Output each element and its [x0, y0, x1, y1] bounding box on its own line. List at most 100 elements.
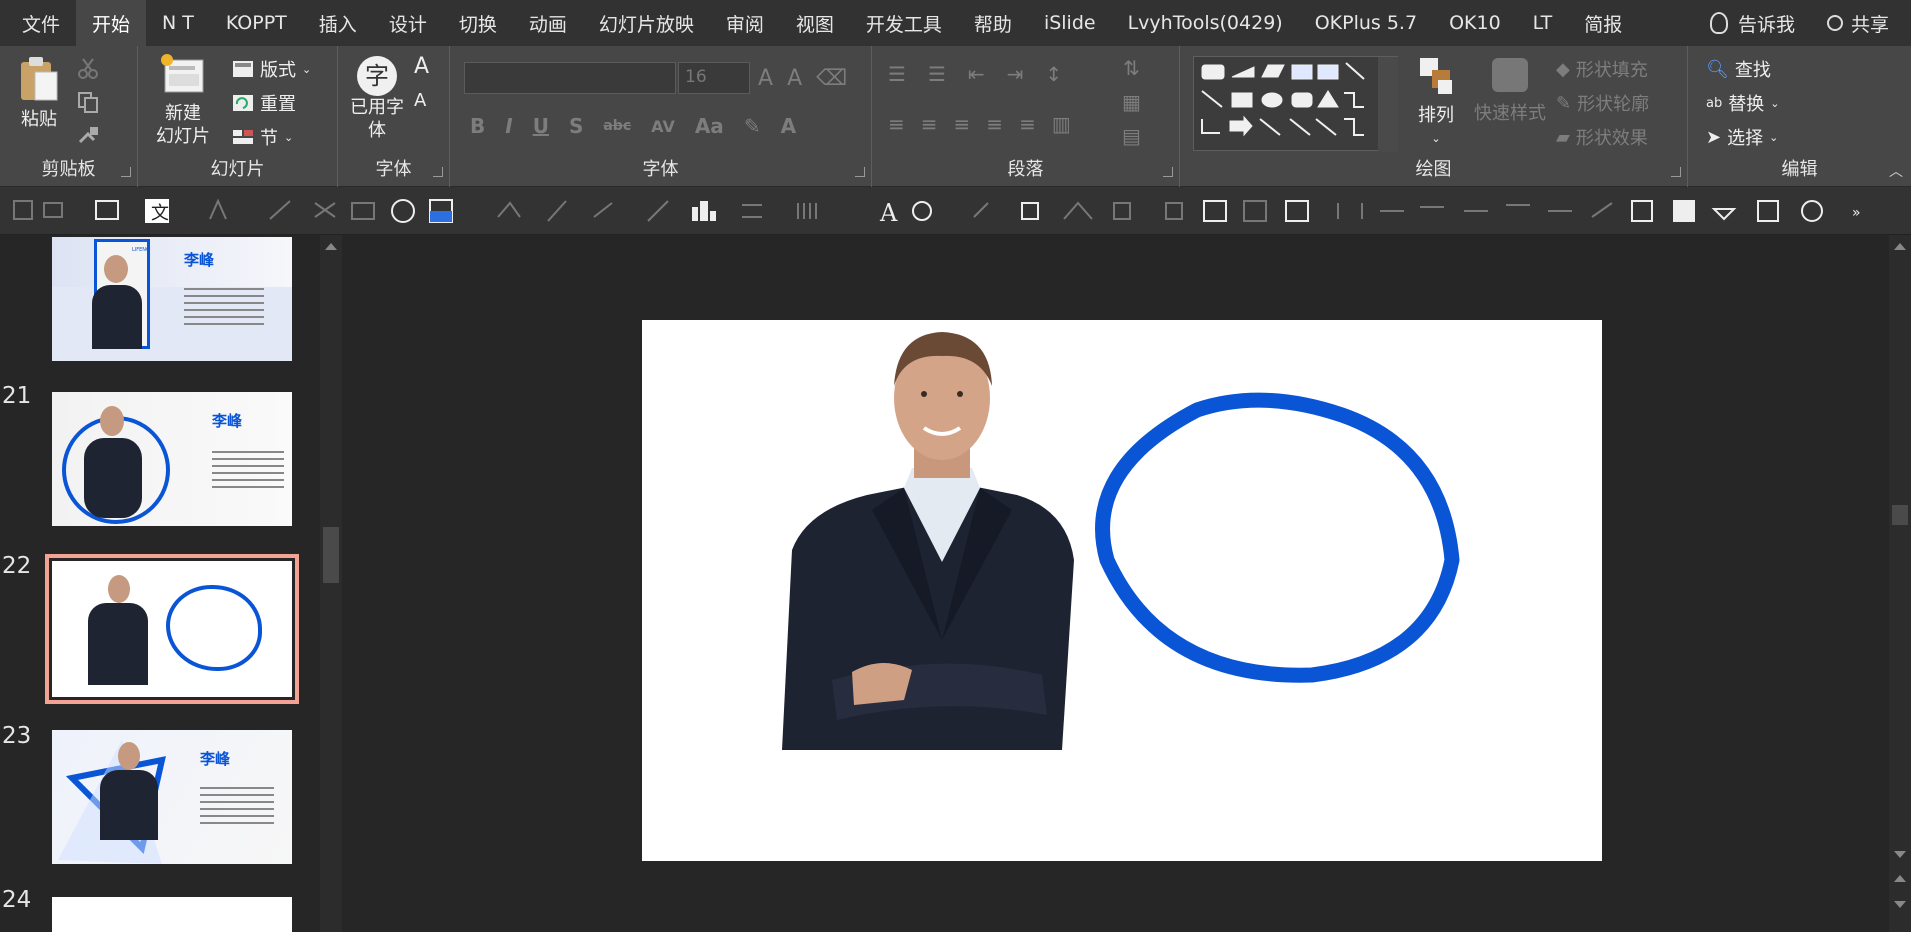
scrollbar-thumb[interactable] — [323, 527, 339, 583]
columns-icon[interactable]: ▥ — [1052, 112, 1071, 136]
tab-transitions[interactable]: 切换 — [443, 0, 513, 46]
tab-islide[interactable]: iSlide — [1028, 0, 1112, 46]
tab-view[interactable]: 视图 — [780, 0, 850, 46]
drawing-dialog-launcher[interactable] — [1671, 167, 1681, 177]
numbering-icon[interactable]: ☰ — [928, 62, 946, 86]
previous-slide-icon[interactable] — [1894, 875, 1906, 882]
copy-icon[interactable] — [76, 90, 100, 114]
font-name-combo[interactable] — [464, 62, 676, 94]
new-slide-button[interactable]: 新建 幻灯片 — [150, 52, 216, 148]
align-right-icon[interactable]: ≡ — [954, 112, 971, 136]
highlight-icon[interactable]: ✎ — [744, 114, 761, 138]
share-button[interactable]: 共享 — [1811, 0, 1905, 46]
scrollbar-thumb[interactable] — [1892, 505, 1908, 525]
format-painter-icon[interactable] — [76, 124, 100, 148]
scroll-up-icon[interactable] — [1894, 243, 1906, 250]
decrease-font-icon[interactable]: A — [414, 90, 426, 111]
layout-button[interactable]: 版式 ⌄ — [232, 56, 311, 82]
font-group-dialog-launcher[interactable] — [855, 167, 865, 177]
thumbnail-22-selected[interactable] — [45, 554, 299, 704]
align-center-icon[interactable]: ≡ — [921, 112, 938, 136]
toolbar-icons[interactable]: 文 A » — [0, 187, 1911, 235]
reset-button[interactable]: 重置 — [232, 90, 296, 116]
person-photo[interactable] — [782, 332, 1074, 750]
chevron-down-icon: ⌄ — [1431, 132, 1441, 145]
line-spacing-icon[interactable]: ↕ — [1045, 62, 1062, 86]
thumbnail-21[interactable]: 李峰 — [52, 392, 292, 526]
used-fonts-label-2: 体 — [368, 120, 386, 141]
tab-koppt[interactable]: KOPPT — [210, 0, 303, 46]
tab-file[interactable]: 文件 — [0, 0, 76, 46]
grow-font-icon[interactable]: A — [758, 66, 773, 91]
font-dialog-launcher[interactable] — [433, 167, 443, 177]
thumbnail-scrollbar[interactable] — [320, 235, 342, 932]
tab-ok10[interactable]: OK10 — [1433, 0, 1517, 46]
tab-insert[interactable]: 插入 — [303, 0, 373, 46]
tell-me-button[interactable]: 告诉我 — [1694, 0, 1811, 46]
blue-freeform-circle[interactable] — [1095, 392, 1460, 683]
tab-okplus[interactable]: OKPlus 5.7 — [1299, 0, 1433, 46]
current-slide[interactable] — [642, 320, 1602, 861]
section-button[interactable]: 节 ⌄ — [232, 124, 293, 150]
canvas-scrollbar[interactable] — [1889, 235, 1911, 932]
quick-styles-button[interactable]: 快速样式 — [1470, 56, 1550, 125]
scroll-up-icon[interactable] — [325, 243, 337, 250]
font-size-step-buttons[interactable]: A A ⌫ — [758, 66, 847, 91]
strikethrough-icon[interactable]: abc — [603, 118, 631, 134]
distribute-icon[interactable]: ≡ — [1019, 112, 1036, 136]
tab-animations[interactable]: 动画 — [513, 0, 583, 46]
bold-icon[interactable]: B — [470, 114, 485, 138]
paragraph-dialog-launcher[interactable] — [1163, 167, 1173, 177]
justify-icon[interactable]: ≡ — [986, 112, 1003, 136]
used-fonts-button[interactable]: 字 已用字 体 — [344, 56, 410, 142]
font-size-combo[interactable]: 16 — [678, 62, 750, 94]
tab-home[interactable]: 开始 — [76, 0, 147, 46]
paste-button[interactable]: 粘贴 — [14, 54, 64, 131]
thumbnail-20[interactable]: 李峰 LIFENG — [52, 237, 292, 361]
tab-help[interactable]: 帮助 — [958, 0, 1028, 46]
shape-fill-button[interactable]: ◆ 形状填充 — [1556, 56, 1648, 82]
underline-icon[interactable]: U — [533, 114, 549, 138]
bullets-icon[interactable]: ☰ — [888, 62, 906, 86]
paragraph-row-1: ☰ ☰ ⇤ ⇥ ↕ — [888, 62, 1062, 86]
text-direction-icon[interactable]: ⇅ — [1123, 56, 1140, 80]
pen-icon: ✎ — [1556, 92, 1572, 114]
increase-indent-icon[interactable]: ⇥ — [1007, 62, 1024, 86]
font-color-icon[interactable]: A — [781, 114, 796, 138]
tab-design[interactable]: 设计 — [373, 0, 443, 46]
change-case-icon[interactable]: Aa — [695, 114, 724, 138]
thumbnail-23[interactable]: 李峰 — [52, 730, 292, 864]
tab-developer[interactable]: 开发工具 — [850, 0, 958, 46]
find-button[interactable]: 🔍︎ 查找 — [1706, 56, 1771, 82]
align-text-icon[interactable]: ▦ — [1122, 90, 1141, 114]
shape-outline-button[interactable]: ✎ 形状轮廓 — [1556, 90, 1649, 116]
smartart-icon[interactable]: ▤ — [1122, 124, 1141, 148]
tab-lvyhtools[interactable]: LvyhTools(0429) — [1112, 0, 1299, 46]
group-font: 16 A A ⌫ B I U Sabc AV Aa ✎ A 字体 — [450, 46, 872, 187]
replace-button[interactable]: ab 替换 ⌄ — [1706, 90, 1779, 116]
scroll-down-icon[interactable] — [1894, 851, 1906, 858]
clipboard-dialog-launcher[interactable] — [121, 167, 131, 177]
italic-icon[interactable]: I — [505, 114, 512, 138]
collapse-ribbon-icon[interactable]: ︿ — [1889, 161, 1903, 181]
next-slide-icon[interactable] — [1894, 901, 1906, 908]
tab-jianbao[interactable]: 简报 — [1568, 0, 1638, 46]
align-left-icon[interactable]: ≡ — [888, 112, 905, 136]
thumbnail-24[interactable] — [52, 897, 292, 932]
tab-lt[interactable]: LT — [1517, 0, 1569, 46]
arrange-button[interactable]: 排列 ⌄ — [1408, 54, 1464, 150]
layout-label: 版式 — [260, 60, 296, 81]
char-spacing-icon[interactable]: AV — [651, 117, 675, 136]
cut-icon[interactable] — [76, 56, 100, 80]
shape-effects-button[interactable]: ▰ 形状效果 — [1556, 124, 1648, 150]
decrease-indent-icon[interactable]: ⇤ — [968, 62, 985, 86]
tab-nt[interactable]: N T — [146, 0, 210, 46]
shadow-icon[interactable]: S — [569, 114, 583, 138]
clear-format-icon[interactable]: ⌫ — [816, 66, 847, 91]
select-button[interactable]: ➤ 选择 ⌄ — [1706, 124, 1778, 150]
shapes-gallery[interactable] — [1193, 56, 1398, 152]
tab-slideshow[interactable]: 幻灯片放映 — [583, 0, 710, 46]
shrink-font-icon[interactable]: A — [787, 66, 802, 91]
increase-font-icon[interactable]: A — [414, 54, 429, 79]
tab-review[interactable]: 审阅 — [710, 0, 780, 46]
